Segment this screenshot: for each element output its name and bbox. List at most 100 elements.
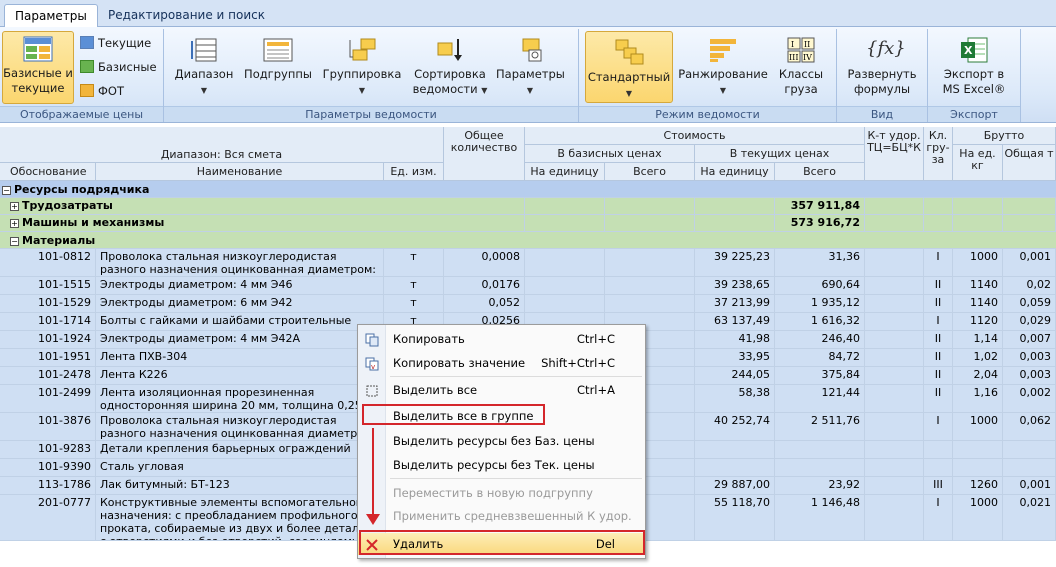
- total-t-cell: 0,001: [1003, 249, 1056, 276]
- group-row-resources[interactable]: − Ресурсы подрядчика: [0, 181, 1056, 198]
- menu-item-apply-weighted-coef[interactable]: Применить средневзвешенный К удор.: [358, 505, 645, 527]
- collapse-icon[interactable]: −: [10, 237, 19, 246]
- collapse-icon[interactable]: −: [2, 186, 11, 195]
- subgroups-button[interactable]: Подгруппы: [244, 37, 312, 103]
- group-total-cell: 357 911,84: [775, 198, 865, 214]
- menu-item-select-no-base-price[interactable]: Выделить ресурсы без Баз. цены: [358, 430, 645, 452]
- fot-option[interactable]: ФОТ: [80, 83, 124, 99]
- per-unit-kg-cell: 1260: [953, 477, 1003, 494]
- export-excel-button[interactable]: X Экспорт в MS Excel®: [934, 37, 1014, 103]
- total-t-cell: 0,007: [1003, 331, 1056, 348]
- qty-header[interactable]: Общее количество: [444, 127, 525, 181]
- menu-item-select-no-current-price[interactable]: Выделить ресурсы без Тек. цены: [358, 454, 645, 476]
- base-per-unit-header[interactable]: На единицу: [525, 163, 605, 181]
- grouping-button[interactable]: Группировка ▼: [320, 37, 404, 103]
- total-t-cell: [1003, 459, 1056, 476]
- total-t-cell: 0,02: [1003, 277, 1056, 294]
- name-cell: Лента К226: [96, 367, 384, 384]
- coef-header[interactable]: К-т удор. ТЦ=БЦ*К: [865, 127, 924, 181]
- sort-statement-button[interactable]: Сортировка ведомости ▼: [410, 37, 490, 103]
- svg-text:III: III: [789, 53, 798, 62]
- table-row[interactable]: 101-1515 Электроды диаметром: 4 мм Э46 т 0,…: [0, 277, 1056, 295]
- base-prices-option[interactable]: Базисные: [80, 59, 157, 75]
- name-cell: Электроды диаметром: 4 мм Э46: [96, 277, 384, 294]
- coef-cell: [865, 385, 924, 412]
- cargo-classes-label: Классы груза: [778, 67, 824, 96]
- per-unit-kg-header[interactable]: На ед. кг: [953, 145, 1003, 181]
- cargo-classes-button[interactable]: I II III IV Классы груза: [772, 37, 830, 103]
- group-label-cell: + Трудозатраты: [0, 198, 525, 214]
- parameters-label: Параметры: [496, 67, 565, 81]
- expand-formulas-button[interactable]: {fx} Развернуть формулы: [842, 37, 922, 103]
- select-all-icon: [365, 383, 379, 397]
- tab-edit-search[interactable]: Редактирование и поиск: [98, 4, 275, 28]
- cargo-classes-icon: I II III IV: [787, 37, 815, 63]
- current-total-cell: 23,92: [775, 477, 865, 494]
- current-prices-option[interactable]: Текущие: [80, 35, 151, 51]
- current-total-cell: 1 616,32: [775, 313, 865, 330]
- basis-cell: 101-0812: [0, 249, 96, 276]
- per-unit-kg-cell: 1000: [953, 413, 1003, 440]
- expand-icon[interactable]: +: [10, 219, 19, 228]
- base-label: Базисные: [98, 60, 157, 74]
- basis-cell: 101-2478: [0, 367, 96, 384]
- formula-icon: {fx}: [866, 38, 906, 59]
- table-row[interactable]: 101-1529 Электроды диаметром: 6 мм Э42 т 0,…: [0, 295, 1056, 313]
- per-unit-kg-cell: 1,02: [953, 349, 1003, 366]
- grouping-label: Группировка: [322, 67, 402, 81]
- basis-cell: 101-1515: [0, 277, 96, 294]
- cargo-class-cell: II: [924, 277, 953, 294]
- dropdown-arrow-icon: ▼: [526, 86, 534, 95]
- tab-parameters[interactable]: Параметры: [4, 4, 98, 28]
- standard-mode-button[interactable]: Стандартный ▼: [585, 31, 673, 103]
- expand-icon[interactable]: +: [10, 202, 19, 211]
- total-t-cell: 0,001: [1003, 477, 1056, 494]
- parameters-button[interactable]: Параметры ▼: [496, 37, 565, 103]
- current-per-unit-cell: 39 225,23: [695, 249, 775, 276]
- name-header[interactable]: Наименование: [96, 163, 384, 181]
- total-t-cell: 0,003: [1003, 367, 1056, 384]
- table-row[interactable]: 101-0812 Проволока стальная низкоуглероди…: [0, 249, 1056, 277]
- group-label: Трудозатраты: [22, 199, 113, 212]
- menu-label: Выделить все: [393, 383, 478, 397]
- svg-text:IV: IV: [803, 53, 812, 62]
- current-per-unit-header[interactable]: На единицу: [695, 163, 775, 181]
- menu-item-copy-value[interactable]: v Копировать значение Shift+Ctrl+C: [358, 352, 645, 374]
- table-icon: [23, 36, 53, 62]
- basis-cell: 101-2499: [0, 385, 96, 412]
- unit-header[interactable]: Ед. изм.: [384, 163, 444, 181]
- ranking-button[interactable]: Ранжирование ▼: [678, 37, 768, 103]
- current-total-header[interactable]: Всего: [775, 163, 865, 181]
- total-t-header[interactable]: Общая т: [1003, 145, 1056, 181]
- group-row-materials[interactable]: − Материалы: [0, 232, 1056, 249]
- gross-header: Брутто: [953, 127, 1056, 145]
- app-window: Параметры Редактирование и поиск Базисны…: [0, 0, 1056, 567]
- group-row-labor[interactable]: + Трудозатраты 357 911,84: [0, 198, 1056, 215]
- cargo-class-header[interactable]: Кл. гру-за: [924, 127, 953, 181]
- menu-item-select-all[interactable]: Выделить все Ctrl+A: [358, 379, 645, 401]
- base-and-current-button[interactable]: Базисные и текущие: [2, 31, 74, 104]
- highlight-box-select-group: [362, 404, 545, 425]
- dropdown-arrow-icon: ▼: [200, 86, 208, 95]
- ribbon-separator: [1020, 29, 1021, 122]
- range-icon: [190, 37, 218, 63]
- base-per-unit-cell: [525, 249, 605, 276]
- subgroups-icon: [263, 37, 293, 63]
- basis-header[interactable]: Обоснование: [0, 163, 96, 181]
- current-total-cell: 690,64: [775, 277, 865, 294]
- name-cell: Лак битумный: БТ-123: [96, 477, 384, 494]
- name-cell: Электроды диаметром: 4 мм Э42А: [96, 331, 384, 348]
- svg-text:v: v: [371, 363, 375, 371]
- total-t-cell: 0,059: [1003, 295, 1056, 312]
- coef-cell: [865, 459, 924, 476]
- copy-icon: [365, 332, 379, 347]
- range-button[interactable]: Диапазон ▼: [172, 37, 236, 103]
- base-total-header[interactable]: Всего: [605, 163, 695, 181]
- coef-cell: [865, 495, 924, 540]
- menu-item-copy[interactable]: Копировать Ctrl+C: [358, 328, 645, 350]
- menu-item-move-to-subgroup[interactable]: Переместить в новую подгруппу: [358, 482, 645, 504]
- cargo-class-cell: II: [924, 385, 953, 412]
- per-unit-kg-cell: 1120: [953, 313, 1003, 330]
- group-row-machines[interactable]: + Машины и механизмы 573 916,72: [0, 215, 1056, 232]
- per-unit-kg-cell: 1140: [953, 277, 1003, 294]
